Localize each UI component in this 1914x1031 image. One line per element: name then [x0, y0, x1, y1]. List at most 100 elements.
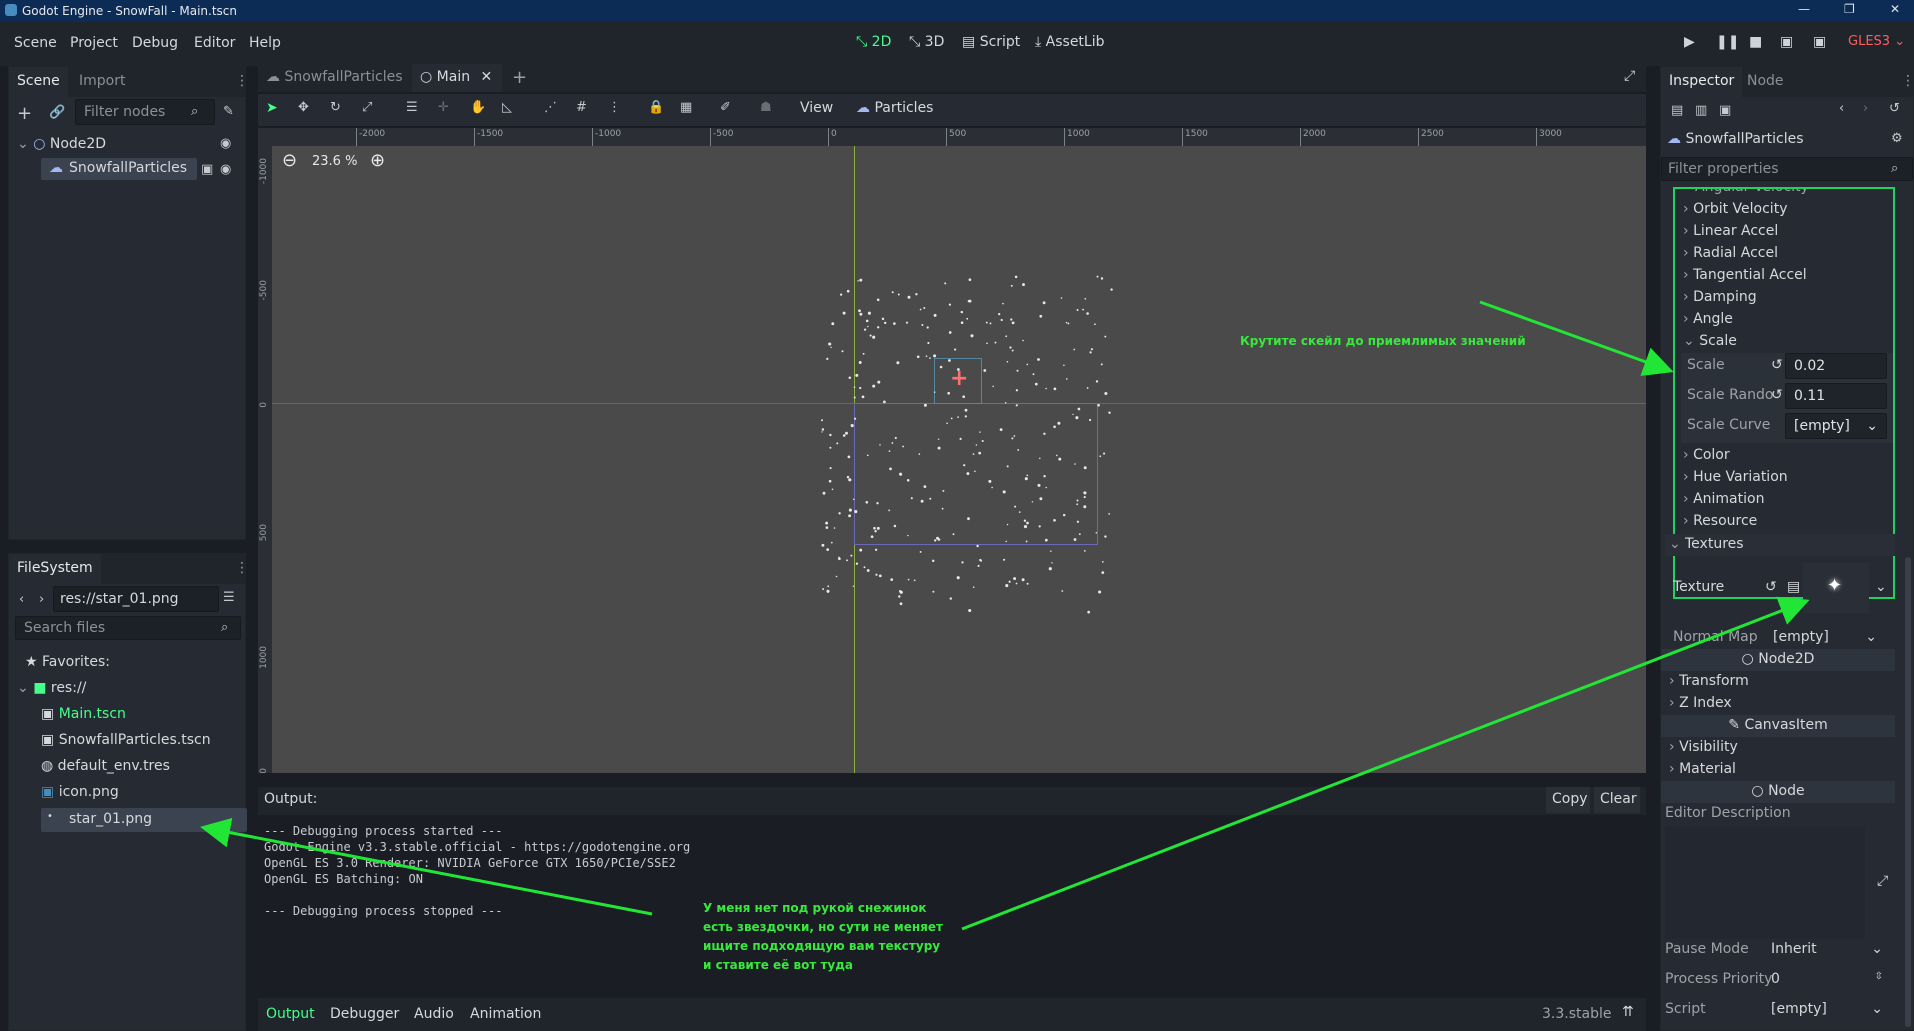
- bottom-tab-debugger[interactable]: Debugger: [330, 1006, 399, 1022]
- bone-icon[interactable]: ✐: [720, 100, 731, 115]
- clear-button[interactable]: Clear: [1594, 787, 1640, 813]
- res-root-row[interactable]: ⌄ ■ res://: [17, 680, 86, 696]
- distraction-free-icon[interactable]: ⤢: [1624, 68, 1635, 84]
- expand-icon[interactable]: ⤢: [1877, 873, 1888, 889]
- copy-button[interactable]: Copy: [1546, 787, 1590, 813]
- section-material[interactable]: › Material: [1669, 761, 1914, 777]
- tab-import[interactable]: Import: [71, 67, 133, 97]
- rotate-mode-icon[interactable]: ↻: [330, 100, 341, 115]
- dock-menu-icon[interactable]: ⋮: [235, 560, 249, 576]
- load-resource-icon[interactable]: ▥: [1695, 103, 1707, 118]
- scene-tab-snowfallparticles[interactable]: ☁ SnowfallParticles: [266, 69, 403, 85]
- scale-curve-select[interactable]: [empty] ⌄: [1785, 413, 1887, 439]
- tree-node-node2d[interactable]: ⌄ ○ Node2D: [17, 136, 106, 152]
- section-angular-velocity[interactable]: Angular Velocity: [1695, 189, 1893, 195]
- canvas-viewport[interactable]: + ⊖ 23.6 % ⊕: [272, 146, 1646, 773]
- view-menu[interactable]: View: [800, 100, 833, 116]
- particles-menu[interactable]: ☁ Particles: [856, 100, 933, 116]
- file-main-tscn[interactable]: ▣ Main.tscn: [41, 706, 126, 722]
- save-resource-icon[interactable]: ▣: [1719, 103, 1731, 118]
- select-mode-icon[interactable]: ➤: [266, 100, 278, 116]
- grid-snap-icon[interactable]: #: [576, 100, 587, 115]
- menu-editor[interactable]: Editor: [194, 35, 235, 51]
- texture-file-icon[interactable]: ▤: [1787, 579, 1800, 595]
- section-z-index[interactable]: › Z Index: [1669, 695, 1914, 711]
- snap-options-icon[interactable]: ⋮: [608, 100, 621, 115]
- camera-override-icon[interactable]: ☗: [760, 100, 772, 115]
- workspace-2d-button[interactable]: ⤡ 2D: [856, 34, 891, 50]
- stop-icon[interactable]: ■: [1749, 34, 1762, 50]
- scene-tab-main[interactable]: ○ Main ✕: [412, 64, 502, 92]
- scale-random-input[interactable]: 0.11: [1785, 383, 1887, 409]
- scale-revert-icon[interactable]: ↺: [1771, 357, 1783, 373]
- menu-project[interactable]: Project: [70, 35, 118, 51]
- tree-node-snowfallparticles[interactable]: ☁ SnowfallParticles: [41, 158, 197, 180]
- section-radial-accel[interactable]: › Radial Accel: [1683, 245, 1893, 261]
- scale-value-input[interactable]: 0.02: [1785, 353, 1887, 379]
- group-icon[interactable]: ▦: [680, 100, 692, 115]
- section-textures[interactable]: ⌄ Textures: [1665, 534, 1895, 556]
- pan-mode-icon[interactable]: ✋: [470, 100, 486, 115]
- close-window-icon[interactable]: ✕: [1890, 2, 1900, 16]
- inspected-object[interactable]: ☁ SnowfallParticles: [1667, 131, 1804, 147]
- menu-debug[interactable]: Debug: [132, 35, 178, 51]
- pivot-icon[interactable]: ✛: [438, 100, 449, 115]
- section-tangential-accel[interactable]: › Tangential Accel: [1683, 267, 1893, 283]
- script-attach-icon[interactable]: ✎: [223, 104, 234, 119]
- back-arrow-icon[interactable]: ‹: [19, 592, 24, 607]
- editor-description-textarea[interactable]: [1665, 827, 1865, 939]
- renderer-select[interactable]: GLES3 ⌄: [1848, 34, 1905, 49]
- section-angle[interactable]: › Angle: [1683, 311, 1893, 327]
- scale-mode-icon[interactable]: ⤢: [362, 100, 372, 115]
- smart-snap-icon[interactable]: ⋰: [544, 100, 557, 115]
- lock-icon[interactable]: 🔒: [648, 100, 664, 115]
- section-transform[interactable]: › Transform: [1669, 673, 1914, 689]
- workspace-script-button[interactable]: ▤ Script: [962, 34, 1020, 50]
- tab-filesystem[interactable]: FileSystem: [9, 554, 101, 584]
- history-back-icon[interactable]: ‹: [1839, 101, 1844, 116]
- workspace-3d-button[interactable]: ⤡ 3D: [909, 34, 944, 50]
- script-select[interactable]: [empty] ⌄: [1765, 999, 1889, 1023]
- dock-menu-icon[interactable]: ⋮: [235, 73, 249, 89]
- section-animation[interactable]: › Animation: [1683, 491, 1893, 507]
- move-mode-icon[interactable]: ✥: [298, 100, 309, 115]
- output-log[interactable]: --- Debugging process started --- Godot …: [258, 815, 1646, 997]
- file-snowfallparticles-tscn[interactable]: ▣ SnowfallParticles.tscn: [41, 732, 211, 748]
- section-hue-variation[interactable]: › Hue Variation: [1683, 469, 1893, 485]
- tab-inspector[interactable]: Inspector: [1661, 67, 1743, 97]
- search-files-input[interactable]: Search files: [15, 616, 241, 640]
- bottom-tab-audio[interactable]: Audio: [414, 1006, 454, 1022]
- process-priority-spinbox[interactable]: 0 ⇳: [1765, 969, 1889, 993]
- filter-properties-input[interactable]: Filter properties: [1661, 157, 1913, 181]
- section-visibility[interactable]: › Visibility: [1669, 739, 1914, 755]
- minimize-icon[interactable]: —: [1798, 2, 1810, 16]
- menu-scene[interactable]: Scene: [14, 35, 57, 51]
- scale-random-revert-icon[interactable]: ↺: [1771, 387, 1783, 403]
- section-resource[interactable]: › Resource: [1683, 513, 1893, 529]
- section-linear-accel[interactable]: › Linear Accel: [1683, 223, 1893, 239]
- section-orbit-velocity[interactable]: › Orbit Velocity: [1683, 201, 1893, 217]
- ruler-mode-icon[interactable]: ◺: [502, 100, 512, 115]
- object-history-icon[interactable]: ↺: [1889, 101, 1900, 116]
- add-node-icon[interactable]: +: [17, 103, 32, 124]
- add-tab-icon[interactable]: +: [512, 67, 527, 88]
- zoom-in-icon[interactable]: ⊕: [370, 150, 385, 171]
- texture-revert-icon[interactable]: ↺: [1765, 579, 1777, 595]
- workspace-assetlib-button[interactable]: ⤓ AssetLib: [1035, 34, 1105, 50]
- link-icon[interactable]: 🔗: [49, 105, 65, 120]
- close-tab-icon[interactable]: ✕: [481, 69, 493, 85]
- play-custom-scene-icon[interactable]: ▣: [1813, 34, 1826, 50]
- file-star-01-png[interactable]: • star_01.png: [41, 808, 247, 832]
- section-scale[interactable]: ⌄ Scale: [1683, 333, 1893, 349]
- play-scene-icon[interactable]: ▣: [1780, 34, 1793, 50]
- favorites-row[interactable]: ★ Favorites:: [25, 654, 110, 670]
- play-icon[interactable]: ▶: [1684, 34, 1695, 50]
- dock-menu-icon[interactable]: ⋮: [1901, 73, 1914, 89]
- history-forward-icon[interactable]: ›: [1863, 101, 1868, 116]
- list-select-icon[interactable]: ☰: [406, 100, 418, 115]
- visibility-eye-icon[interactable]: ◉: [220, 136, 231, 151]
- path-field[interactable]: res://star_01.png: [53, 586, 219, 612]
- file-default-env-tres[interactable]: ◍ default_env.tres: [41, 758, 170, 774]
- pause-mode-select[interactable]: Inherit ⌄: [1765, 939, 1889, 963]
- normal-map-select[interactable]: [empty] ⌄: [1765, 627, 1885, 651]
